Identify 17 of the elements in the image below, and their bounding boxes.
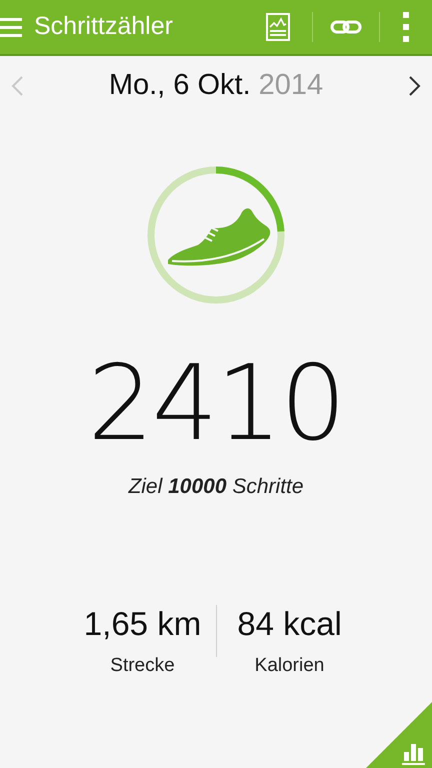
more-icon[interactable] [403, 12, 409, 42]
chart-icon[interactable] [266, 13, 290, 41]
link-icon[interactable] [330, 19, 362, 35]
year-label: 2014 [258, 68, 324, 104]
stat-value: 84 kcal [237, 604, 342, 644]
shoe-icon [168, 208, 270, 266]
stat-label: Kalorien [254, 654, 324, 678]
app-title: Schrittzähler [34, 11, 173, 42]
menu-icon[interactable] [0, 17, 22, 37]
step-count: 2410 [86, 351, 346, 455]
next-day-icon[interactable] [408, 75, 422, 97]
date-label: Mo., 6 Okt. [108, 68, 251, 104]
corner-tab[interactable] [366, 702, 432, 768]
goal-text: Ziel 10000 Schritte [127, 474, 305, 500]
previous-day-icon[interactable] [10, 75, 24, 97]
stat-value: 1,65 km [84, 604, 202, 644]
stat-label: Strecke [110, 654, 175, 678]
